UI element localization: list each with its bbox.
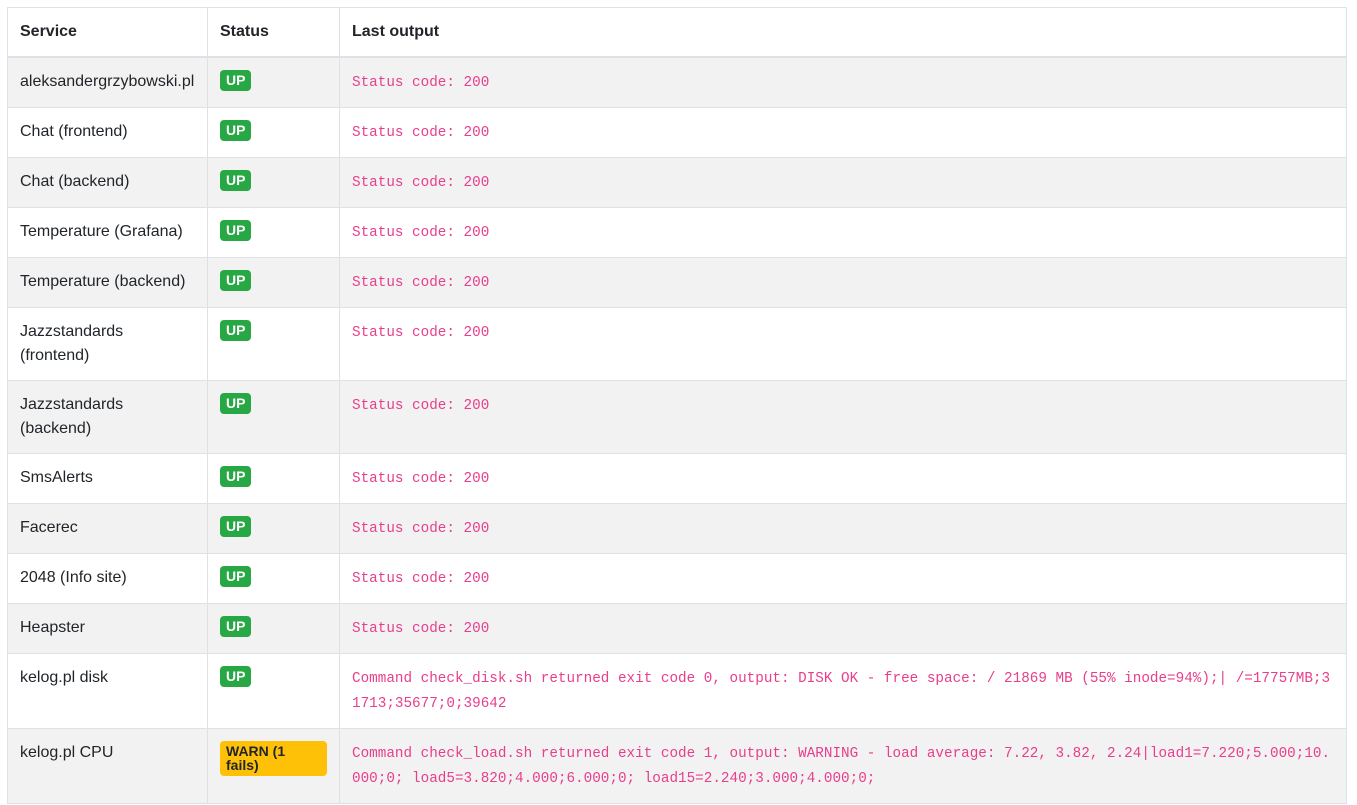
status-badge: UP bbox=[220, 270, 252, 291]
status-cell: UP bbox=[207, 603, 340, 654]
last-output-cell: Status code: 200 bbox=[339, 503, 1347, 554]
table-row: kelog.pl disk UP Command check_disk.sh ret… bbox=[7, 653, 1347, 729]
service-name-cell: aleksandergrzybowski.pl bbox=[7, 56, 208, 108]
last-output-text: Status code: 200 bbox=[352, 398, 490, 414]
last-output-cell: Status code: 200 bbox=[339, 257, 1347, 308]
last-output-cell: Status code: 200 bbox=[339, 56, 1347, 108]
last-output-cell: Status code: 200 bbox=[339, 380, 1347, 454]
last-output-text: Status code: 200 bbox=[352, 175, 490, 191]
last-output-text: Status code: 200 bbox=[352, 521, 490, 537]
table-header: Service Status Last output bbox=[7, 7, 1347, 58]
table-row: kelog.pl CPU WARN (1 fails) Command check_… bbox=[7, 728, 1347, 804]
last-output-cell: Status code: 200 bbox=[339, 207, 1347, 258]
status-cell: UP bbox=[207, 653, 340, 729]
service-name-cell: 2048 (Info site) bbox=[7, 553, 208, 604]
last-output-cell: Status code: 200 bbox=[339, 603, 1347, 654]
last-output-text: Status code: 200 bbox=[352, 275, 490, 291]
last-output-text: Command check_disk.sh returned exit code… bbox=[352, 671, 1331, 712]
status-badge: UP bbox=[220, 70, 252, 91]
last-output-text: Status code: 200 bbox=[352, 325, 490, 341]
last-output-cell: Command check_load.sh returned exit code… bbox=[339, 728, 1347, 804]
status-badge: WARN (1 fails) bbox=[220, 741, 327, 776]
last-output-text: Status code: 200 bbox=[352, 125, 490, 141]
service-name-cell: Temperature (Grafana) bbox=[7, 207, 208, 258]
service-name-cell: SmsAlerts bbox=[7, 453, 208, 504]
status-cell: WARN (1 fails) bbox=[207, 728, 340, 804]
last-output-text: Status code: 200 bbox=[352, 471, 490, 487]
last-output-text: Status code: 200 bbox=[352, 571, 490, 587]
table-row: aleksandergrzybowski.pl UP Status code: 20… bbox=[7, 56, 1347, 108]
header-service: Service bbox=[7, 7, 208, 58]
status-badge: UP bbox=[220, 393, 252, 414]
service-name-cell: Jazzstandards (frontend) bbox=[7, 307, 208, 381]
status-badge: UP bbox=[220, 320, 252, 341]
last-output-text: Status code: 200 bbox=[352, 621, 490, 637]
table-row: SmsAlerts UP Status code: 200 bbox=[7, 453, 1347, 504]
table-row: 2048 (Info site) UP Status code: 200 bbox=[7, 553, 1347, 604]
table-row: Facerec UP Status code: 200 bbox=[7, 503, 1347, 554]
last-output-text: Command check_load.sh returned exit code… bbox=[352, 746, 1331, 787]
status-cell: UP bbox=[207, 207, 340, 258]
table-row: Chat (frontend) UP Status code: 200 bbox=[7, 107, 1347, 158]
last-output-cell: Status code: 200 bbox=[339, 307, 1347, 381]
status-cell: UP bbox=[207, 157, 340, 208]
services-status-table: Service Status Last output aleksandergrz… bbox=[7, 7, 1347, 804]
status-cell: UP bbox=[207, 553, 340, 604]
status-badge: UP bbox=[220, 170, 252, 191]
status-cell: UP bbox=[207, 453, 340, 504]
status-badge: UP bbox=[220, 220, 252, 241]
status-cell: UP bbox=[207, 307, 340, 381]
table-row: Jazzstandards (backend) UP Status code: 20… bbox=[7, 380, 1347, 454]
service-name-cell: Facerec bbox=[7, 503, 208, 554]
service-name-cell: kelog.pl disk bbox=[7, 653, 208, 729]
last-output-cell: Command check_disk.sh returned exit code… bbox=[339, 653, 1347, 729]
service-name-cell: Chat (frontend) bbox=[7, 107, 208, 158]
status-badge: UP bbox=[220, 516, 252, 537]
table-row: Heapster UP Status code: 200 bbox=[7, 603, 1347, 654]
table-row: Temperature (Grafana) UP Status code: 200 bbox=[7, 207, 1347, 258]
service-name-cell: Jazzstandards (backend) bbox=[7, 380, 208, 454]
status-badge: UP bbox=[220, 666, 252, 687]
table-row: Jazzstandards (frontend) UP Status code: 2… bbox=[7, 307, 1347, 381]
service-name-cell: Chat (backend) bbox=[7, 157, 208, 208]
header-status: Status bbox=[207, 7, 340, 58]
header-row: Service Status Last output bbox=[7, 7, 1347, 58]
table-row: Chat (backend) UP Status code: 200 bbox=[7, 157, 1347, 208]
service-name-cell: Temperature (backend) bbox=[7, 257, 208, 308]
status-badge: UP bbox=[220, 566, 252, 587]
service-name-cell: Heapster bbox=[7, 603, 208, 654]
status-cell: UP bbox=[207, 503, 340, 554]
table-row: Temperature (backend) UP Status code: 200 bbox=[7, 257, 1347, 308]
last-output-cell: Status code: 200 bbox=[339, 553, 1347, 604]
last-output-cell: Status code: 200 bbox=[339, 453, 1347, 504]
last-output-cell: Status code: 200 bbox=[339, 107, 1347, 158]
status-cell: UP bbox=[207, 107, 340, 158]
status-badge: UP bbox=[220, 616, 252, 637]
status-badge: UP bbox=[220, 466, 252, 487]
status-cell: UP bbox=[207, 257, 340, 308]
status-cell: UP bbox=[207, 56, 340, 108]
status-cell: UP bbox=[207, 380, 340, 454]
last-output-text: Status code: 200 bbox=[352, 75, 490, 91]
status-page: Service Status Last output aleksandergrz… bbox=[7, 7, 1347, 804]
table-body: aleksandergrzybowski.pl UP Status code: 20… bbox=[7, 56, 1347, 804]
header-last-output: Last output bbox=[339, 7, 1347, 58]
last-output-text: Status code: 200 bbox=[352, 225, 490, 241]
last-output-cell: Status code: 200 bbox=[339, 157, 1347, 208]
status-badge: UP bbox=[220, 120, 252, 141]
service-name-cell: kelog.pl CPU bbox=[7, 728, 208, 804]
